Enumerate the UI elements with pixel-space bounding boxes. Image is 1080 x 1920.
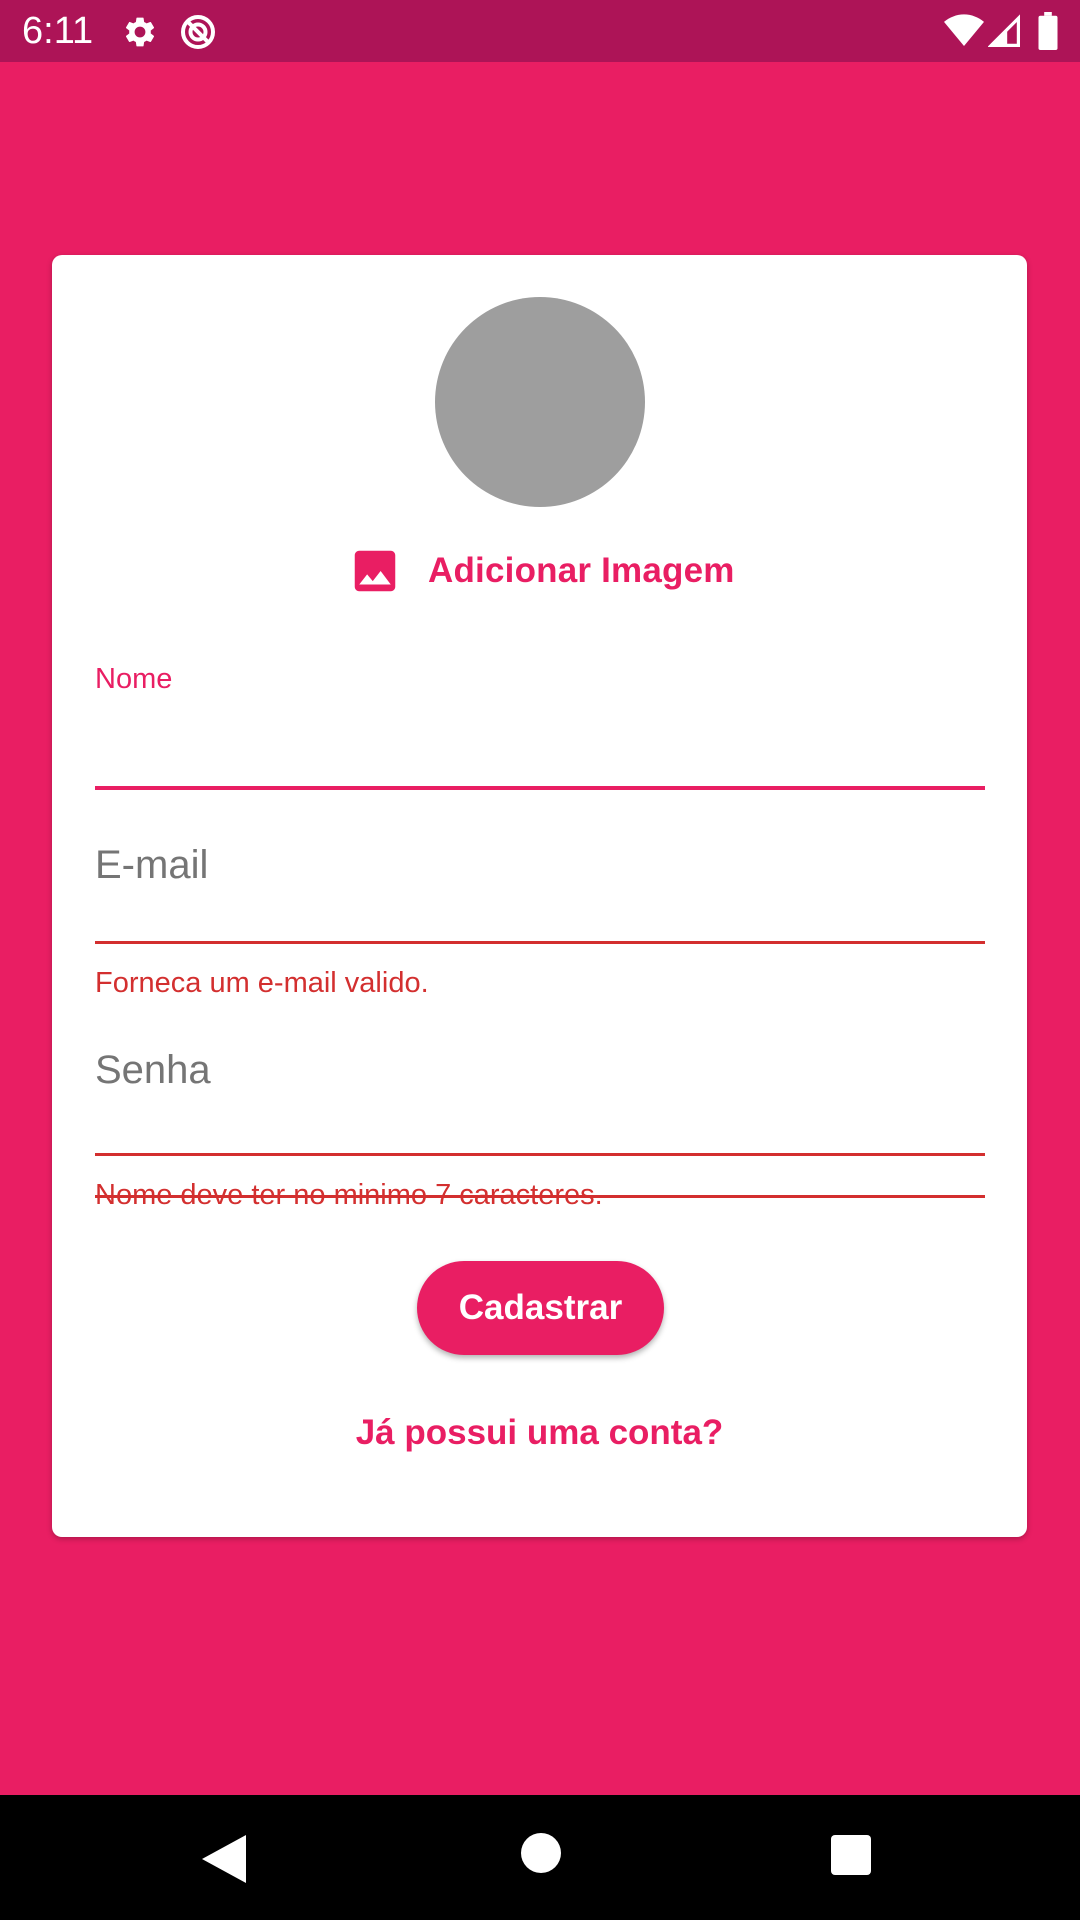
submit-button[interactable]: Cadastrar — [417, 1261, 664, 1355]
status-time: 6:11 — [22, 10, 94, 52]
avatar-placeholder[interactable] — [435, 297, 645, 507]
status-bar: 6:11 — [0, 0, 1080, 62]
add-image-label: Adicionar Imagem — [428, 551, 735, 590]
image-icon — [354, 550, 396, 592]
name-field-underline — [95, 786, 985, 790]
password-error-text: Nome deve ter no minimo 7 caracteres. — [95, 1179, 603, 1211]
name-field[interactable]: Nome — [95, 663, 985, 793]
email-field[interactable]: E-mail — [95, 833, 985, 1198]
battery-icon — [1038, 12, 1058, 50]
vpn-icon — [181, 15, 215, 49]
name-field-label: Nome — [95, 663, 173, 695]
back-icon[interactable] — [202, 1835, 246, 1883]
email-error-text: Forneca um e-mail valido. — [95, 967, 429, 999]
email-underline-error — [95, 941, 985, 944]
email-input[interactable] — [95, 839, 985, 899]
wifi-icon — [944, 14, 984, 47]
gear-icon — [125, 17, 155, 47]
recents-icon[interactable] — [831, 1835, 871, 1875]
password-underline-error — [95, 1153, 985, 1156]
password-field[interactable]: Senha — [95, 1044, 985, 1158]
signal-icon — [988, 14, 1020, 47]
home-icon[interactable] — [521, 1833, 561, 1873]
password-input[interactable] — [95, 1044, 985, 1104]
navigation-bar — [0, 1795, 1080, 1920]
login-link[interactable]: Já possui uma conta? — [52, 1413, 1027, 1453]
signup-card: Adicionar Imagem Nome E-mail Forneca um … — [52, 255, 1027, 1537]
name-input[interactable] — [95, 713, 985, 773]
add-image-button[interactable]: Adicionar Imagem — [348, 541, 735, 601]
